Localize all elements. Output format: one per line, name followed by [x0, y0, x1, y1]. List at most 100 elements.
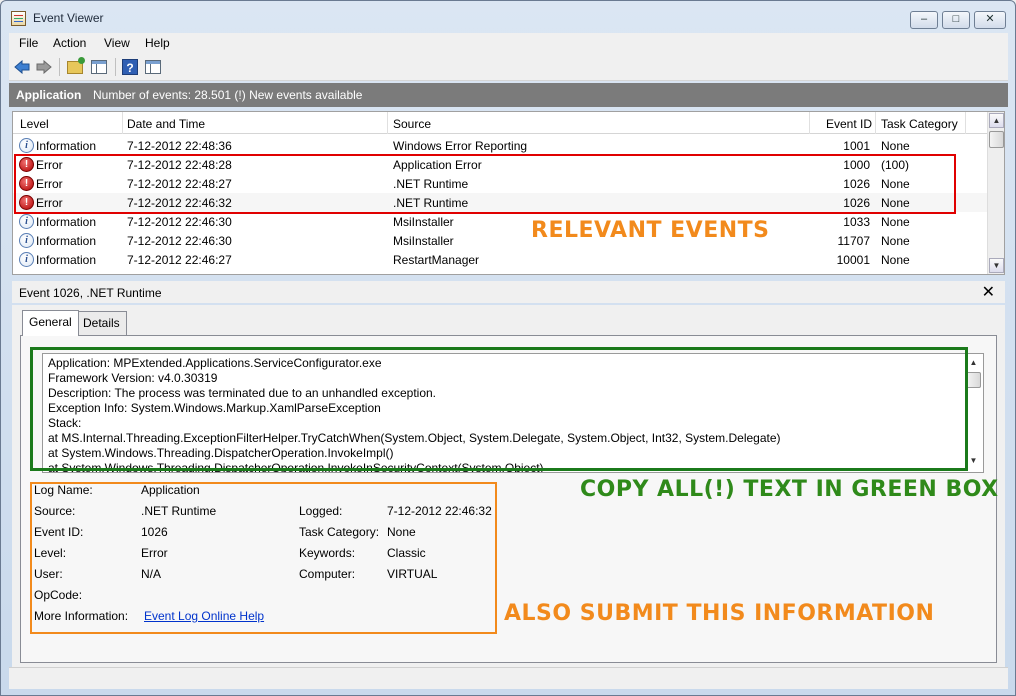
event-source: Windows Error Reporting	[393, 139, 528, 153]
column-divider[interactable]	[387, 112, 388, 134]
scroll-down-button[interactable]: ▼	[989, 258, 1004, 273]
keywords-value: Classic	[387, 546, 426, 560]
event-category: None	[881, 253, 910, 267]
computer-label: Computer:	[299, 567, 356, 581]
log-name-value: Application	[141, 483, 200, 497]
event-detail-title: Event 1026, .NET Runtime	[19, 286, 162, 300]
event-list-scrollbar[interactable]: ▲ ▼	[987, 112, 1004, 274]
event-level: Information	[36, 253, 97, 267]
console-tree-icon	[91, 60, 107, 74]
column-level[interactable]: Level	[20, 117, 49, 131]
scroll-thumb[interactable]	[966, 372, 981, 388]
back-arrow-icon	[14, 60, 30, 74]
title-bar: Event Viewer – □ ✕	[1, 1, 1015, 33]
table-row[interactable]: i Information 7-12-2012 22:48:36 Windows…	[13, 136, 988, 155]
event-id: 1001	[843, 139, 870, 153]
tab-general[interactable]: General	[22, 310, 79, 336]
folder-up-icon	[67, 56, 85, 74]
column-divider[interactable]	[965, 112, 966, 134]
logged-value: 7-12-2012 22:46:32	[387, 504, 492, 518]
event-category: None	[881, 139, 910, 153]
event-viewer-app-icon	[11, 11, 26, 26]
logged-label: Logged:	[299, 504, 343, 518]
keywords-label: Keywords:	[299, 546, 356, 560]
event-date: 7-12-2012 22:46:30	[127, 234, 232, 248]
event-date: 7-12-2012 22:46:27	[127, 253, 232, 267]
submit-info-annotation: ALSO SUBMIT THIS INFORMATION	[504, 601, 935, 626]
action-pane-icon	[145, 60, 161, 74]
copy-text-highlight-box	[30, 347, 968, 471]
user-value: N/A	[141, 567, 162, 581]
task-category-label: Task Category:	[299, 525, 380, 539]
log-header: Application Number of events: 28.501 (!)…	[9, 83, 1008, 107]
event-id: 1033	[843, 215, 870, 229]
column-divider[interactable]	[122, 112, 123, 134]
table-row[interactable]: i Information 7-12-2012 22:46:30 MsiInst…	[13, 212, 988, 231]
event-id-value: 1026	[141, 525, 168, 539]
maximize-button[interactable]: □	[942, 11, 970, 29]
menu-file[interactable]: File	[19, 36, 38, 50]
scroll-thumb[interactable]	[989, 131, 1004, 148]
back-button[interactable]	[12, 58, 32, 76]
minimize-button[interactable]: –	[910, 11, 938, 29]
column-source[interactable]: Source	[393, 117, 431, 131]
status-bar	[9, 667, 1008, 689]
event-detail-header: Event 1026, .NET Runtime ✕	[12, 281, 1005, 303]
close-detail-icon[interactable]: ✕	[982, 282, 995, 302]
information-icon: i	[19, 138, 34, 153]
scroll-up-button[interactable]: ▲	[966, 356, 981, 371]
level-label: Level:	[34, 546, 67, 560]
log-name: Application	[16, 88, 82, 102]
event-log-online-help-link[interactable]: Event Log Online Help	[144, 609, 264, 623]
toolbar: ?	[9, 53, 1008, 81]
scroll-up-button[interactable]: ▲	[989, 113, 1004, 128]
close-window-button[interactable]: ✕	[974, 11, 1006, 29]
forward-button[interactable]	[34, 58, 54, 76]
information-icon: i	[19, 214, 34, 229]
source-value: .NET Runtime	[141, 504, 217, 518]
event-count: Number of events: 28.501 (!) New events …	[93, 88, 363, 102]
event-source: MsiInstaller	[393, 215, 454, 229]
table-row[interactable]: i Information 7-12-2012 22:46:27 Restart…	[13, 250, 988, 269]
show-hide-tree-button[interactable]	[89, 58, 109, 76]
help-button[interactable]: ?	[120, 58, 140, 76]
column-event-id[interactable]: Event ID	[826, 117, 872, 131]
column-task-category[interactable]: Task Category	[881, 117, 958, 131]
column-divider[interactable]	[875, 112, 876, 134]
toolbar-separator	[115, 58, 116, 76]
scroll-down-button[interactable]: ▼	[966, 454, 981, 469]
show-action-pane-button[interactable]	[143, 58, 163, 76]
event-category: None	[881, 234, 910, 248]
task-category-value: None	[387, 525, 416, 539]
column-date-time[interactable]: Date and Time	[127, 117, 205, 131]
menu-bar: File Action View Help	[9, 33, 1008, 53]
computer-value: VIRTUAL	[387, 567, 438, 581]
source-label: Source:	[34, 504, 76, 518]
relevant-events-highlight-box	[14, 154, 956, 214]
copy-text-annotation: COPY ALL(!) TEXT IN GREEN BOX	[580, 477, 999, 502]
forward-arrow-icon	[36, 60, 52, 74]
column-divider[interactable]	[809, 112, 810, 134]
user-label: User:	[34, 567, 63, 581]
menu-help[interactable]: Help	[145, 36, 170, 50]
log-name-label: Log Name:	[34, 483, 93, 497]
event-category: None	[881, 215, 910, 229]
tab-details[interactable]: Details	[76, 311, 127, 335]
event-id: 10001	[836, 253, 870, 267]
window-title: Event Viewer	[33, 11, 104, 25]
event-id-label: Event ID:	[34, 525, 84, 539]
event-viewer-window: Event Viewer – □ ✕ File Action View Help	[0, 0, 1016, 696]
level-value: Error	[141, 546, 168, 560]
column-header: Level Date and Time Source Event ID Task…	[13, 112, 988, 134]
menu-view[interactable]: View	[104, 36, 130, 50]
up-folder-button[interactable]	[65, 56, 85, 76]
event-level: Information	[36, 234, 97, 248]
information-icon: i	[19, 233, 34, 248]
event-source: MsiInstaller	[393, 234, 454, 248]
table-row[interactable]: i Information 7-12-2012 22:46:30 MsiInst…	[13, 231, 988, 250]
event-date: 7-12-2012 22:46:30	[127, 215, 232, 229]
event-source: RestartManager	[393, 253, 480, 267]
event-date: 7-12-2012 22:48:36	[127, 139, 232, 153]
menu-action[interactable]: Action	[53, 36, 86, 50]
event-level: Information	[36, 215, 97, 229]
